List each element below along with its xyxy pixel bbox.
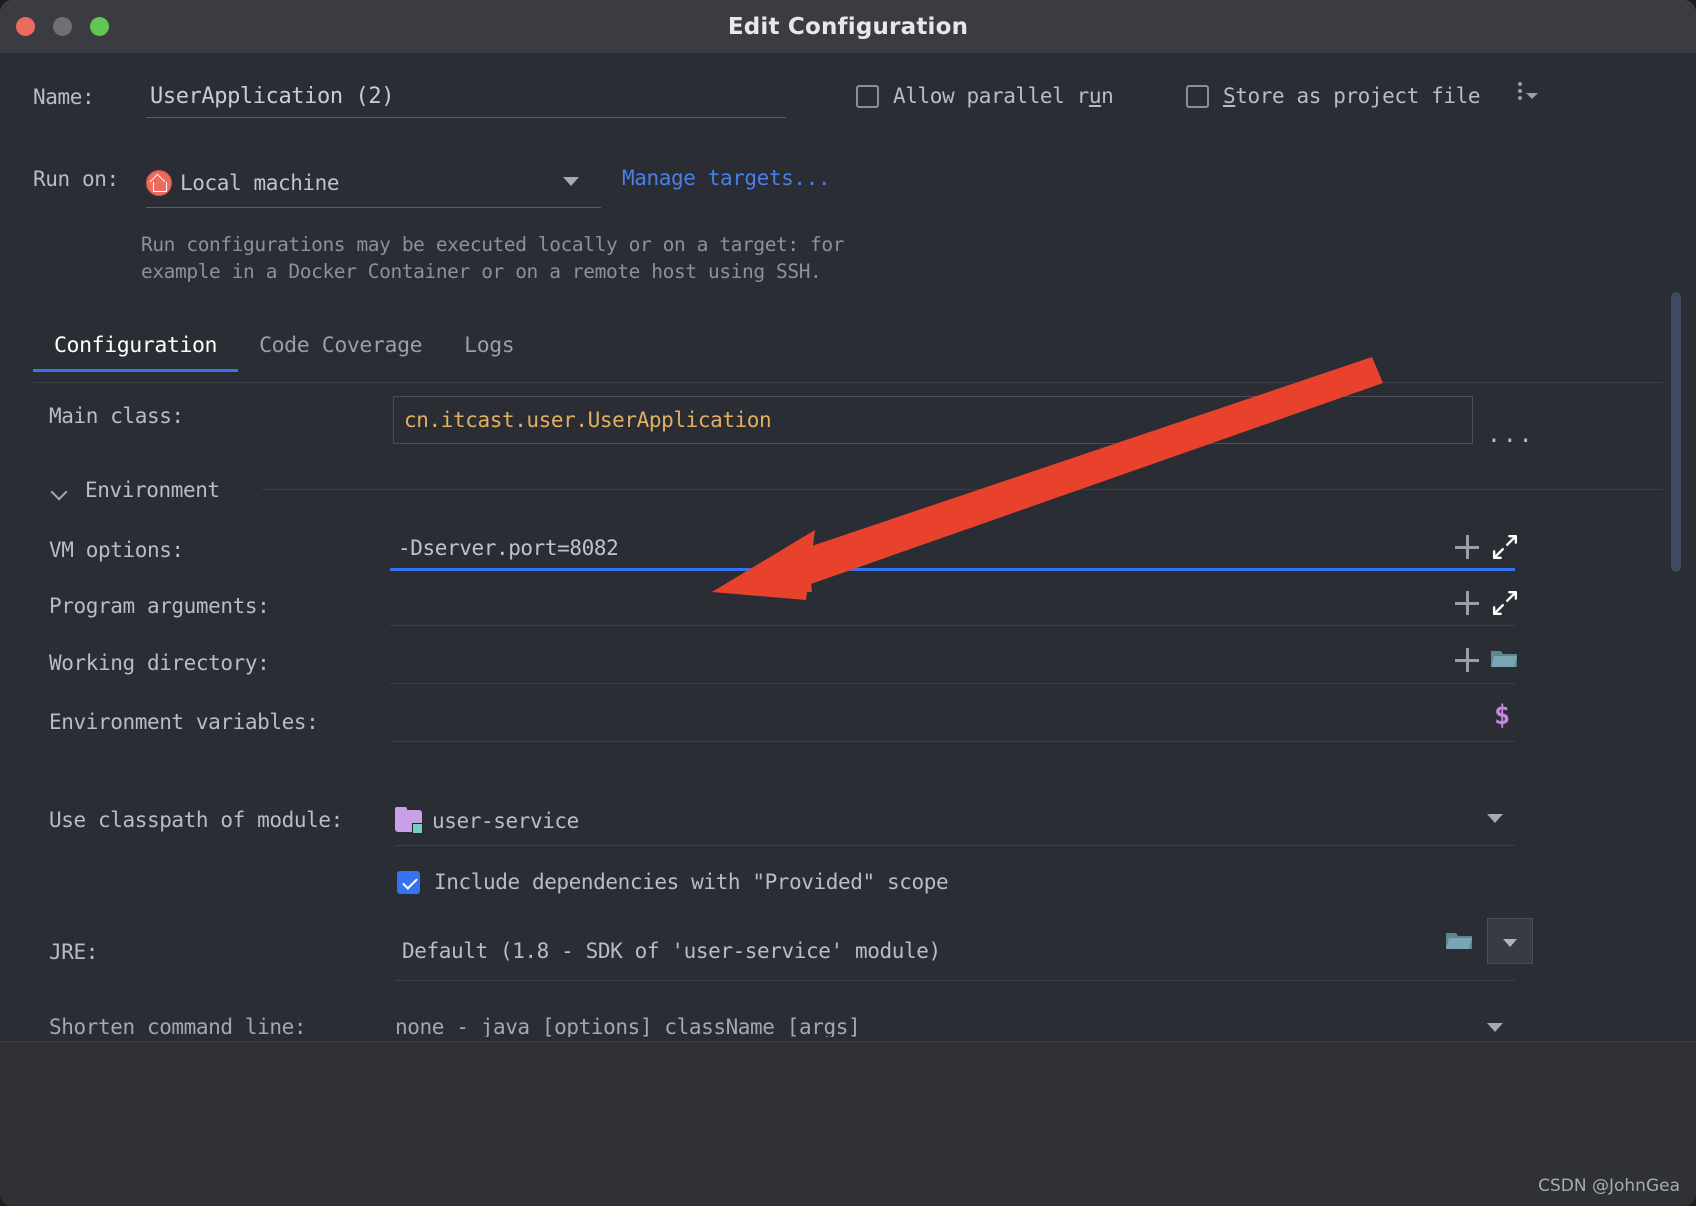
allow-parallel-run-checkbox-row[interactable]: Allow parallel run (856, 84, 1114, 108)
name-label: Name: (33, 85, 95, 109)
main-class-label: Main class: (49, 404, 184, 428)
chevron-down-icon[interactable] (1487, 814, 1503, 823)
store-as-project-file-mnemonic: S (1223, 84, 1236, 108)
main-class-row: Main class: cn.itcast.user.UserApplicati… (0, 396, 1696, 462)
store-as-project-file-checkbox-row[interactable]: Store as project file (1186, 84, 1481, 108)
tab-bar: Configuration Code Coverage Logs (33, 333, 535, 372)
shorten-command-line-value[interactable]: none - java [options] className [args] (395, 1015, 861, 1037)
tab-logs[interactable]: Logs (443, 333, 535, 372)
module-folder-icon (395, 807, 423, 834)
manage-targets-link[interactable]: Manage targets... (622, 166, 831, 190)
dialog-title: Edit Configuration (727, 14, 969, 40)
environment-section-title: Environment (85, 478, 220, 502)
input-underline (395, 845, 1515, 846)
input-underline (390, 741, 1515, 742)
working-directory-label: Working directory: (49, 651, 270, 675)
store-as-project-file-checkbox[interactable] (1186, 84, 1209, 108)
store-as-project-file-label-after: tore as project file (1235, 84, 1481, 108)
run-on-value: Local machine (180, 170, 340, 195)
jre-label: JRE: (49, 940, 98, 964)
classpath-module-label: Use classpath of module: (49, 808, 343, 832)
allow-parallel-run-checkbox[interactable] (856, 84, 879, 108)
run-on-hint: Run configurations may be executed local… (141, 231, 901, 285)
allow-parallel-run-mnemonic: u (1088, 84, 1102, 108)
tab-divider (33, 382, 1663, 383)
tab-configuration[interactable]: Configuration (33, 333, 239, 372)
store-as-project-file-label: Store as project file (1223, 84, 1481, 108)
include-provided-checkbox-row[interactable]: Include dependencies with "Provided" sco… (397, 870, 949, 894)
classpath-module-value: user-service (432, 809, 579, 833)
run-on-label: Run on: (33, 167, 119, 191)
shorten-command-line-label: Shorten command line: (49, 1015, 307, 1037)
chevron-down-icon[interactable] (1487, 1023, 1503, 1032)
program-arguments-label: Program arguments: (49, 594, 270, 618)
name-field-wrapper (146, 80, 786, 124)
form-scrollbar-track[interactable] (1671, 292, 1681, 572)
program-arguments-expand-icon[interactable] (1492, 590, 1518, 616)
chevron-down-icon (563, 177, 579, 186)
chevron-down-icon (1526, 92, 1538, 99)
dialog-footer: ? CANCEL APPLY OK CSDN @JohnGea (0, 1042, 1696, 1206)
include-provided-checkbox[interactable] (397, 870, 420, 894)
jre-value[interactable]: Default (1.8 - SDK of 'user-service' mod… (402, 939, 941, 963)
section-divider (262, 489, 1663, 490)
program-arguments-add-icon[interactable] (1455, 591, 1479, 615)
main-class-value: cn.itcast.user.UserApplication (404, 408, 772, 432)
configuration-form: Main class: cn.itcast.user.UserApplicati… (0, 390, 1696, 1038)
chevron-down-icon[interactable] (50, 483, 68, 501)
form-scrollbar-thumb[interactable] (1671, 292, 1681, 572)
jre-dropdown-button[interactable] (1487, 918, 1533, 964)
working-directory-add-icon[interactable] (1455, 648, 1479, 672)
run-on-combobox[interactable]: Local machine (146, 158, 601, 208)
home-icon (146, 169, 172, 196)
run-on-hint-line-1: Run configurations may be executed local… (141, 233, 845, 256)
vm-options-expand-icon[interactable] (1492, 534, 1518, 560)
jre-folder-icon[interactable] (1445, 928, 1473, 952)
main-class-input[interactable]: cn.itcast.user.UserApplication (393, 396, 1473, 444)
run-on-hint-line-2: example in a Docker Container or on a re… (141, 260, 822, 283)
working-directory-input[interactable] (390, 624, 1515, 684)
allow-parallel-run-label: Allow parallel run (893, 84, 1114, 108)
environment-variables-input[interactable] (390, 682, 1515, 742)
vm-options-value: -Dserver.port=8082 (398, 536, 619, 560)
vm-options-label: VM options: (49, 538, 184, 562)
watermark: CSDN @JohnGea (1538, 1176, 1680, 1196)
more-options-icon[interactable] (1518, 82, 1538, 100)
include-provided-label: Include dependencies with "Provided" sco… (434, 870, 949, 894)
vertical-dots-icon (1518, 82, 1522, 100)
name-input[interactable] (146, 80, 786, 118)
vm-options-input[interactable]: -Dserver.port=8082 (390, 508, 1515, 571)
allow-parallel-run-label-before: Allow parallel r (893, 84, 1089, 108)
classpath-module-combobox[interactable]: user-service (395, 798, 1515, 844)
program-arguments-input[interactable] (390, 566, 1515, 626)
environment-variables-macro-icon[interactable]: $ (1494, 700, 1510, 731)
window-titlebar: Edit Configuration (0, 0, 1696, 54)
edit-configuration-dialog: Edit Configuration Name: Allow parallel … (0, 0, 1696, 1206)
tab-code-coverage[interactable]: Code Coverage (238, 333, 443, 372)
shorten-command-line-row: Shorten command line: none - java [optio… (0, 1015, 1696, 1037)
input-underline (395, 980, 1515, 981)
working-directory-folder-icon[interactable] (1490, 646, 1518, 670)
main-class-browse-button[interactable]: ... (1487, 422, 1535, 448)
allow-parallel-run-label-after: n (1101, 84, 1114, 108)
environment-variables-label: Environment variables: (49, 710, 319, 734)
vm-options-add-icon[interactable] (1455, 535, 1479, 559)
